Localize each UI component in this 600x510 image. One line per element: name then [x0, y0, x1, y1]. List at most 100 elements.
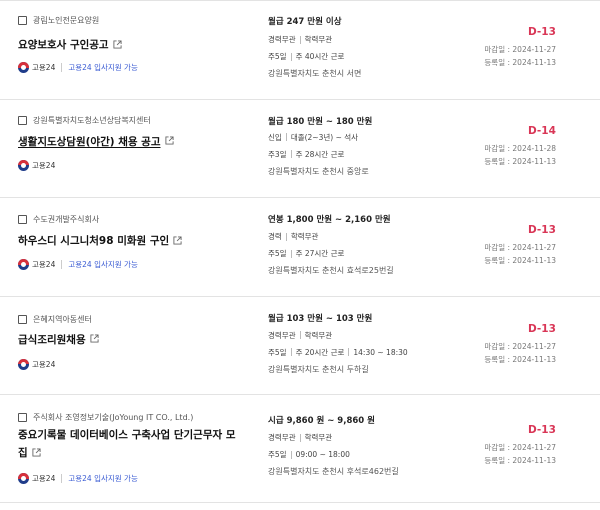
- job-title-link[interactable]: 생활지도상담원(야간) 채용 공고: [18, 133, 238, 151]
- company-name: 수도권개발주식회사: [33, 215, 100, 224]
- apply-support-badge[interactable]: 고용24 입사지원 가능: [68, 259, 138, 270]
- company-name: 은혜지역아동센터: [33, 314, 92, 324]
- education-text: 학력무관: [304, 433, 333, 442]
- deadline-date: 마감일 : 2024-11-27: [484, 443, 556, 452]
- job-title-link[interactable]: 하우스디 시그니처98 미화원 구인: [18, 232, 238, 250]
- hours-text: 주 27시간 근로: [295, 249, 345, 258]
- provider-label: 고용24: [32, 160, 56, 170]
- location-text: 강원특별자치도 춘천시 서면: [268, 69, 362, 78]
- pay-info: 월급 103 만원 ~ 103 만원: [268, 313, 373, 324]
- work-schedule: 주5일 주 20시간 근로 14:30 ~ 18:30: [268, 347, 408, 358]
- registered-date: 등록일 : 2024-11-13: [484, 156, 556, 166]
- career-text: 경력무관: [268, 330, 296, 340]
- provider-label: 고용24: [32, 260, 56, 269]
- d-day-badge: D-13: [528, 424, 556, 436]
- workdays-text: 주5일: [268, 450, 287, 459]
- government-emblem-icon: [18, 473, 29, 484]
- education-text: 학력무관: [290, 232, 319, 241]
- company-name: 주식회사 조영정보기술(JoYoung IT CO., Ltd.): [33, 413, 194, 422]
- career-text: 경력무관: [268, 433, 296, 442]
- job-listing-row: 수도권개발주식회사 하우스디 시그니처98 미화원 구인 고용24 고용24 입…: [0, 198, 600, 297]
- pay-info: 연봉 1,800 만원 ~ 2,160 만원: [268, 215, 391, 225]
- government-emblem-icon: [18, 159, 29, 171]
- job-title-link[interactable]: 요양보호사 구인공고: [18, 36, 238, 54]
- provider-label: 고용24: [32, 474, 56, 483]
- d-day-badge: D-13: [528, 224, 556, 236]
- education-text: 대졸(2~3년) ~ 석사: [290, 132, 359, 142]
- government-emblem-icon: [18, 358, 29, 370]
- work-schedule: 주5일 09:00 ~ 18:00: [268, 449, 350, 460]
- provider-info: 고용24: [18, 159, 56, 171]
- provider-label: 고용24: [32, 359, 56, 369]
- provider-info: 고용24 고용24 입사지원 가능: [18, 473, 138, 484]
- time-range-text: 09:00 ~ 18:00: [295, 450, 350, 459]
- career-education: 신입 대졸(2~3년) ~ 석사: [268, 132, 358, 143]
- registered-date: 등록일 : 2024-11-13: [484, 58, 556, 67]
- provider-info: 고용24: [18, 358, 56, 370]
- job-listing-row: 광림노인전문요양원 요양보호사 구인공고 고용24 고용24 입사지원 가능 월…: [0, 1, 600, 100]
- deadline-date: 마감일 : 2024-11-28: [484, 143, 556, 153]
- divider: [61, 474, 63, 483]
- job-title-text: 하우스디 시그니처98 미화원 구인: [18, 235, 170, 247]
- location-text: 강원특별자치도 춘천시 후석로462번길: [268, 467, 399, 476]
- hours-text: 주 28시간 근로: [295, 149, 345, 159]
- external-link-icon: [173, 235, 182, 245]
- external-link-icon: [113, 39, 122, 49]
- career-text: 경력: [268, 232, 282, 241]
- d-day-badge: D-13: [528, 322, 556, 335]
- job-listing-row: 은혜지역아동센터 급식조리원채용 고용24 월급 103 만원 ~ 103 만원…: [0, 297, 600, 395]
- select-checkbox[interactable]: [18, 16, 27, 25]
- time-range-text: 14:30 ~ 18:30: [353, 347, 408, 357]
- hours-text: 주 20시간 근로: [295, 347, 345, 357]
- job-title-link[interactable]: 급식조리원채용: [18, 331, 238, 349]
- work-schedule: 주3일 주 28시간 근로: [268, 149, 344, 160]
- government-emblem-icon: [18, 62, 29, 73]
- job-title-text: 중요기록물 데이터베이스 구축사업 단기근무자 모: [18, 429, 236, 441]
- provider-info: 고용24 고용24 입사지원 가능: [18, 62, 138, 73]
- career-education: 경력무관 학력무관: [268, 432, 332, 443]
- job-title-text: 요양보호사 구인공고: [18, 39, 109, 51]
- select-checkbox[interactable]: [18, 215, 27, 224]
- pay-info: 월급 247 만원 이상: [268, 17, 342, 27]
- job-title-text: 생활지도상담원(야간) 채용 공고: [18, 135, 161, 148]
- registered-date: 등록일 : 2024-11-13: [484, 456, 556, 465]
- career-education: 경력무관 학력무관: [268, 330, 332, 341]
- work-schedule: 주5일 주 40시간 근로: [268, 51, 344, 62]
- company-name: 강원특별자치도청소년상담복지센터: [33, 115, 151, 125]
- deadline-date: 마감일 : 2024-11-27: [484, 341, 556, 351]
- job-title-text-continued: 집: [18, 447, 28, 459]
- career-text: 경력무관: [268, 35, 296, 44]
- job-title-text: 급식조리원채용: [18, 333, 86, 346]
- d-day-badge: D-13: [528, 26, 556, 38]
- work-schedule: 주5일 주 27시간 근로: [268, 248, 344, 259]
- education-text: 학력무관: [304, 35, 333, 44]
- company-name: 광림노인전문요양원: [33, 16, 100, 25]
- apply-support-badge[interactable]: 고용24 입사지원 가능: [68, 62, 138, 73]
- registered-date: 등록일 : 2024-11-13: [484, 256, 556, 265]
- provider-info: 고용24 고용24 입사지원 가능: [18, 259, 138, 270]
- external-link-icon: [164, 136, 174, 145]
- workdays-text: 주5일: [268, 249, 287, 258]
- select-checkbox[interactable]: [18, 413, 27, 422]
- location-text: 강원특별자치도 춘천시 두하길: [268, 364, 369, 374]
- workdays-text: 주3일: [268, 149, 287, 159]
- government-emblem-icon: [18, 259, 29, 270]
- divider: [61, 63, 63, 72]
- external-link-icon: [32, 447, 41, 457]
- career-education: 경력무관 학력무관: [268, 34, 332, 45]
- select-checkbox[interactable]: [18, 115, 27, 125]
- select-checkbox[interactable]: [18, 314, 27, 324]
- workdays-text: 주5일: [268, 347, 287, 357]
- location-text: 강원특별자치도 춘천시 효석로25번길: [268, 266, 394, 275]
- job-title-link[interactable]: 중요기록물 데이터베이스 구축사업 단기근무자 모 집: [18, 426, 263, 462]
- career-education: 경력 학력무관: [268, 231, 318, 242]
- external-link-icon: [90, 334, 99, 343]
- provider-label: 고용24: [32, 63, 56, 72]
- deadline-date: 마감일 : 2024-11-27: [484, 45, 556, 54]
- job-listing-list: 광림노인전문요양원 요양보호사 구인공고 고용24 고용24 입사지원 가능 월…: [0, 0, 600, 503]
- pay-info: 월급 180 만원 ~ 180 만원: [268, 116, 373, 127]
- pay-info: 시급 9,860 원 ~ 9,860 원: [268, 416, 375, 426]
- registered-date: 등록일 : 2024-11-13: [484, 354, 556, 364]
- location-text: 강원특별자치도 춘천시 중앙로: [268, 166, 369, 176]
- apply-support-badge[interactable]: 고용24 입사지원 가능: [68, 473, 138, 484]
